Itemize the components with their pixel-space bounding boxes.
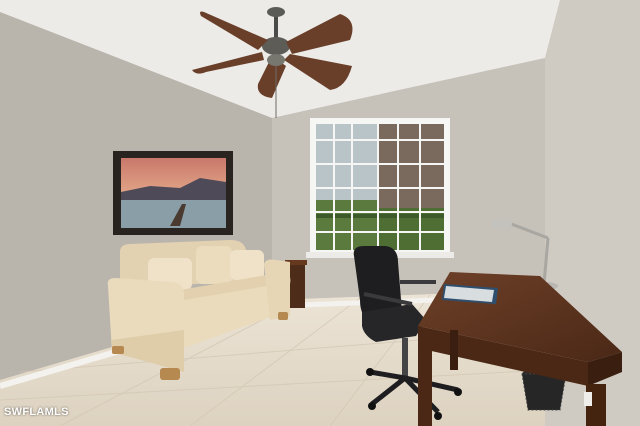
wall-painting — [113, 151, 233, 235]
mls-watermark: SWFLAMLS — [4, 406, 69, 418]
wall-outlet — [584, 392, 592, 406]
room-illustration — [0, 0, 640, 426]
room-photo: SWFLAMLS — [0, 0, 640, 426]
window — [306, 118, 454, 258]
